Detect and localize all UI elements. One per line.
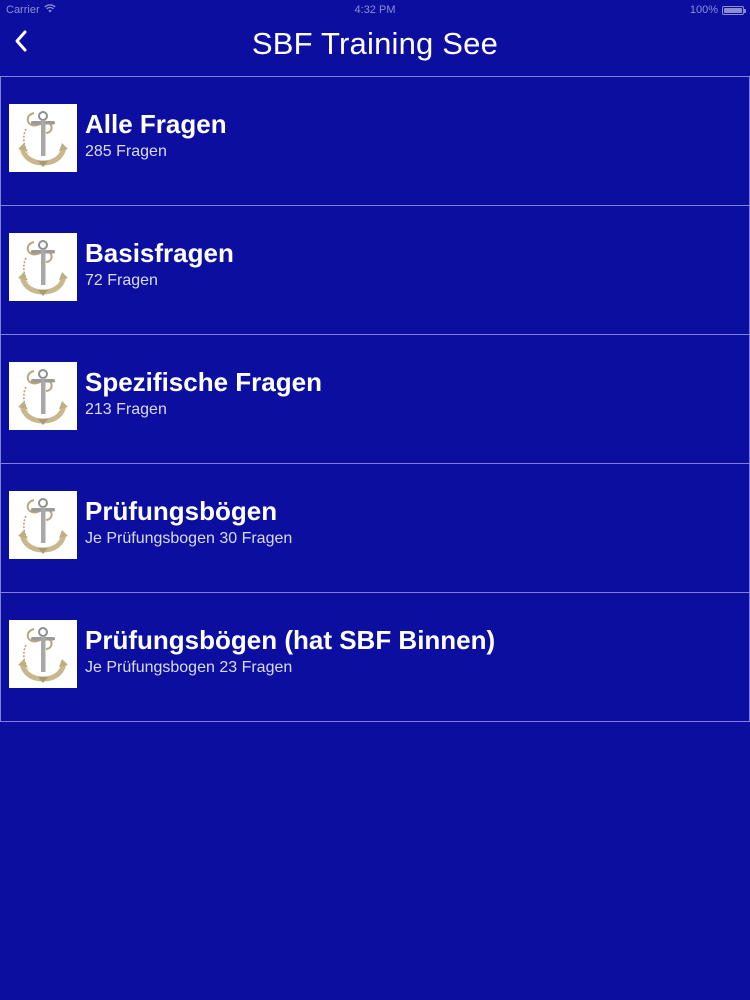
list-item-title: Prüfungsbögen (hat SBF Binnen) [85, 625, 496, 655]
anchor-icon [9, 233, 77, 301]
list-item-title: Alle Fragen [85, 109, 227, 139]
list-item[interactable]: Prüfungsbögen Je Prüfungsbogen 30 Fragen [0, 463, 750, 592]
status-time: 4:32 PM [354, 4, 396, 16]
status-bar: Carrier 4:32 PM 100% [0, 0, 750, 20]
anchor-icon [9, 620, 77, 688]
list-item-subtitle: Je Prüfungsbogen 30 Fragen [85, 530, 293, 547]
battery-icon [722, 5, 746, 15]
list-item[interactable]: Prüfungsbögen (hat SBF Binnen) Je Prüfung… [0, 592, 750, 722]
battery-fill [724, 7, 742, 13]
list-item[interactable]: Spezifische Fragen 213 Fragen [0, 334, 750, 463]
app-screen: Carrier 4:32 PM 100% SBF Training See Al… [0, 0, 750, 1000]
list-item[interactable]: Basisfragen 72 Fragen [0, 205, 750, 334]
category-list: Alle Fragen 285 Fragen Basisfragen 72 Frag… [0, 76, 750, 722]
anchor-icon [9, 362, 77, 430]
list-item-subtitle: 72 Fragen [85, 272, 158, 289]
status-right: 100% [689, 4, 746, 16]
battery-percent: 100% [689, 4, 718, 16]
list-item[interactable]: Alle Fragen 285 Fragen [0, 76, 750, 205]
anchor-icon [9, 491, 77, 559]
list-item-title: Basisfragen [85, 238, 234, 268]
list-item-subtitle: 285 Fragen [85, 143, 167, 160]
page-title: SBF Training See [251, 26, 499, 61]
list-item-title: Prüfungsbögen [85, 496, 278, 526]
anchor-icon [9, 104, 77, 172]
navigation-bar: SBF Training See [0, 20, 750, 76]
list-item-title: Spezifische Fragen [85, 367, 322, 397]
list-item-subtitle: 213 Fragen [85, 401, 167, 418]
list-item-subtitle: Je Prüfungsbogen 23 Fragen [85, 659, 293, 676]
